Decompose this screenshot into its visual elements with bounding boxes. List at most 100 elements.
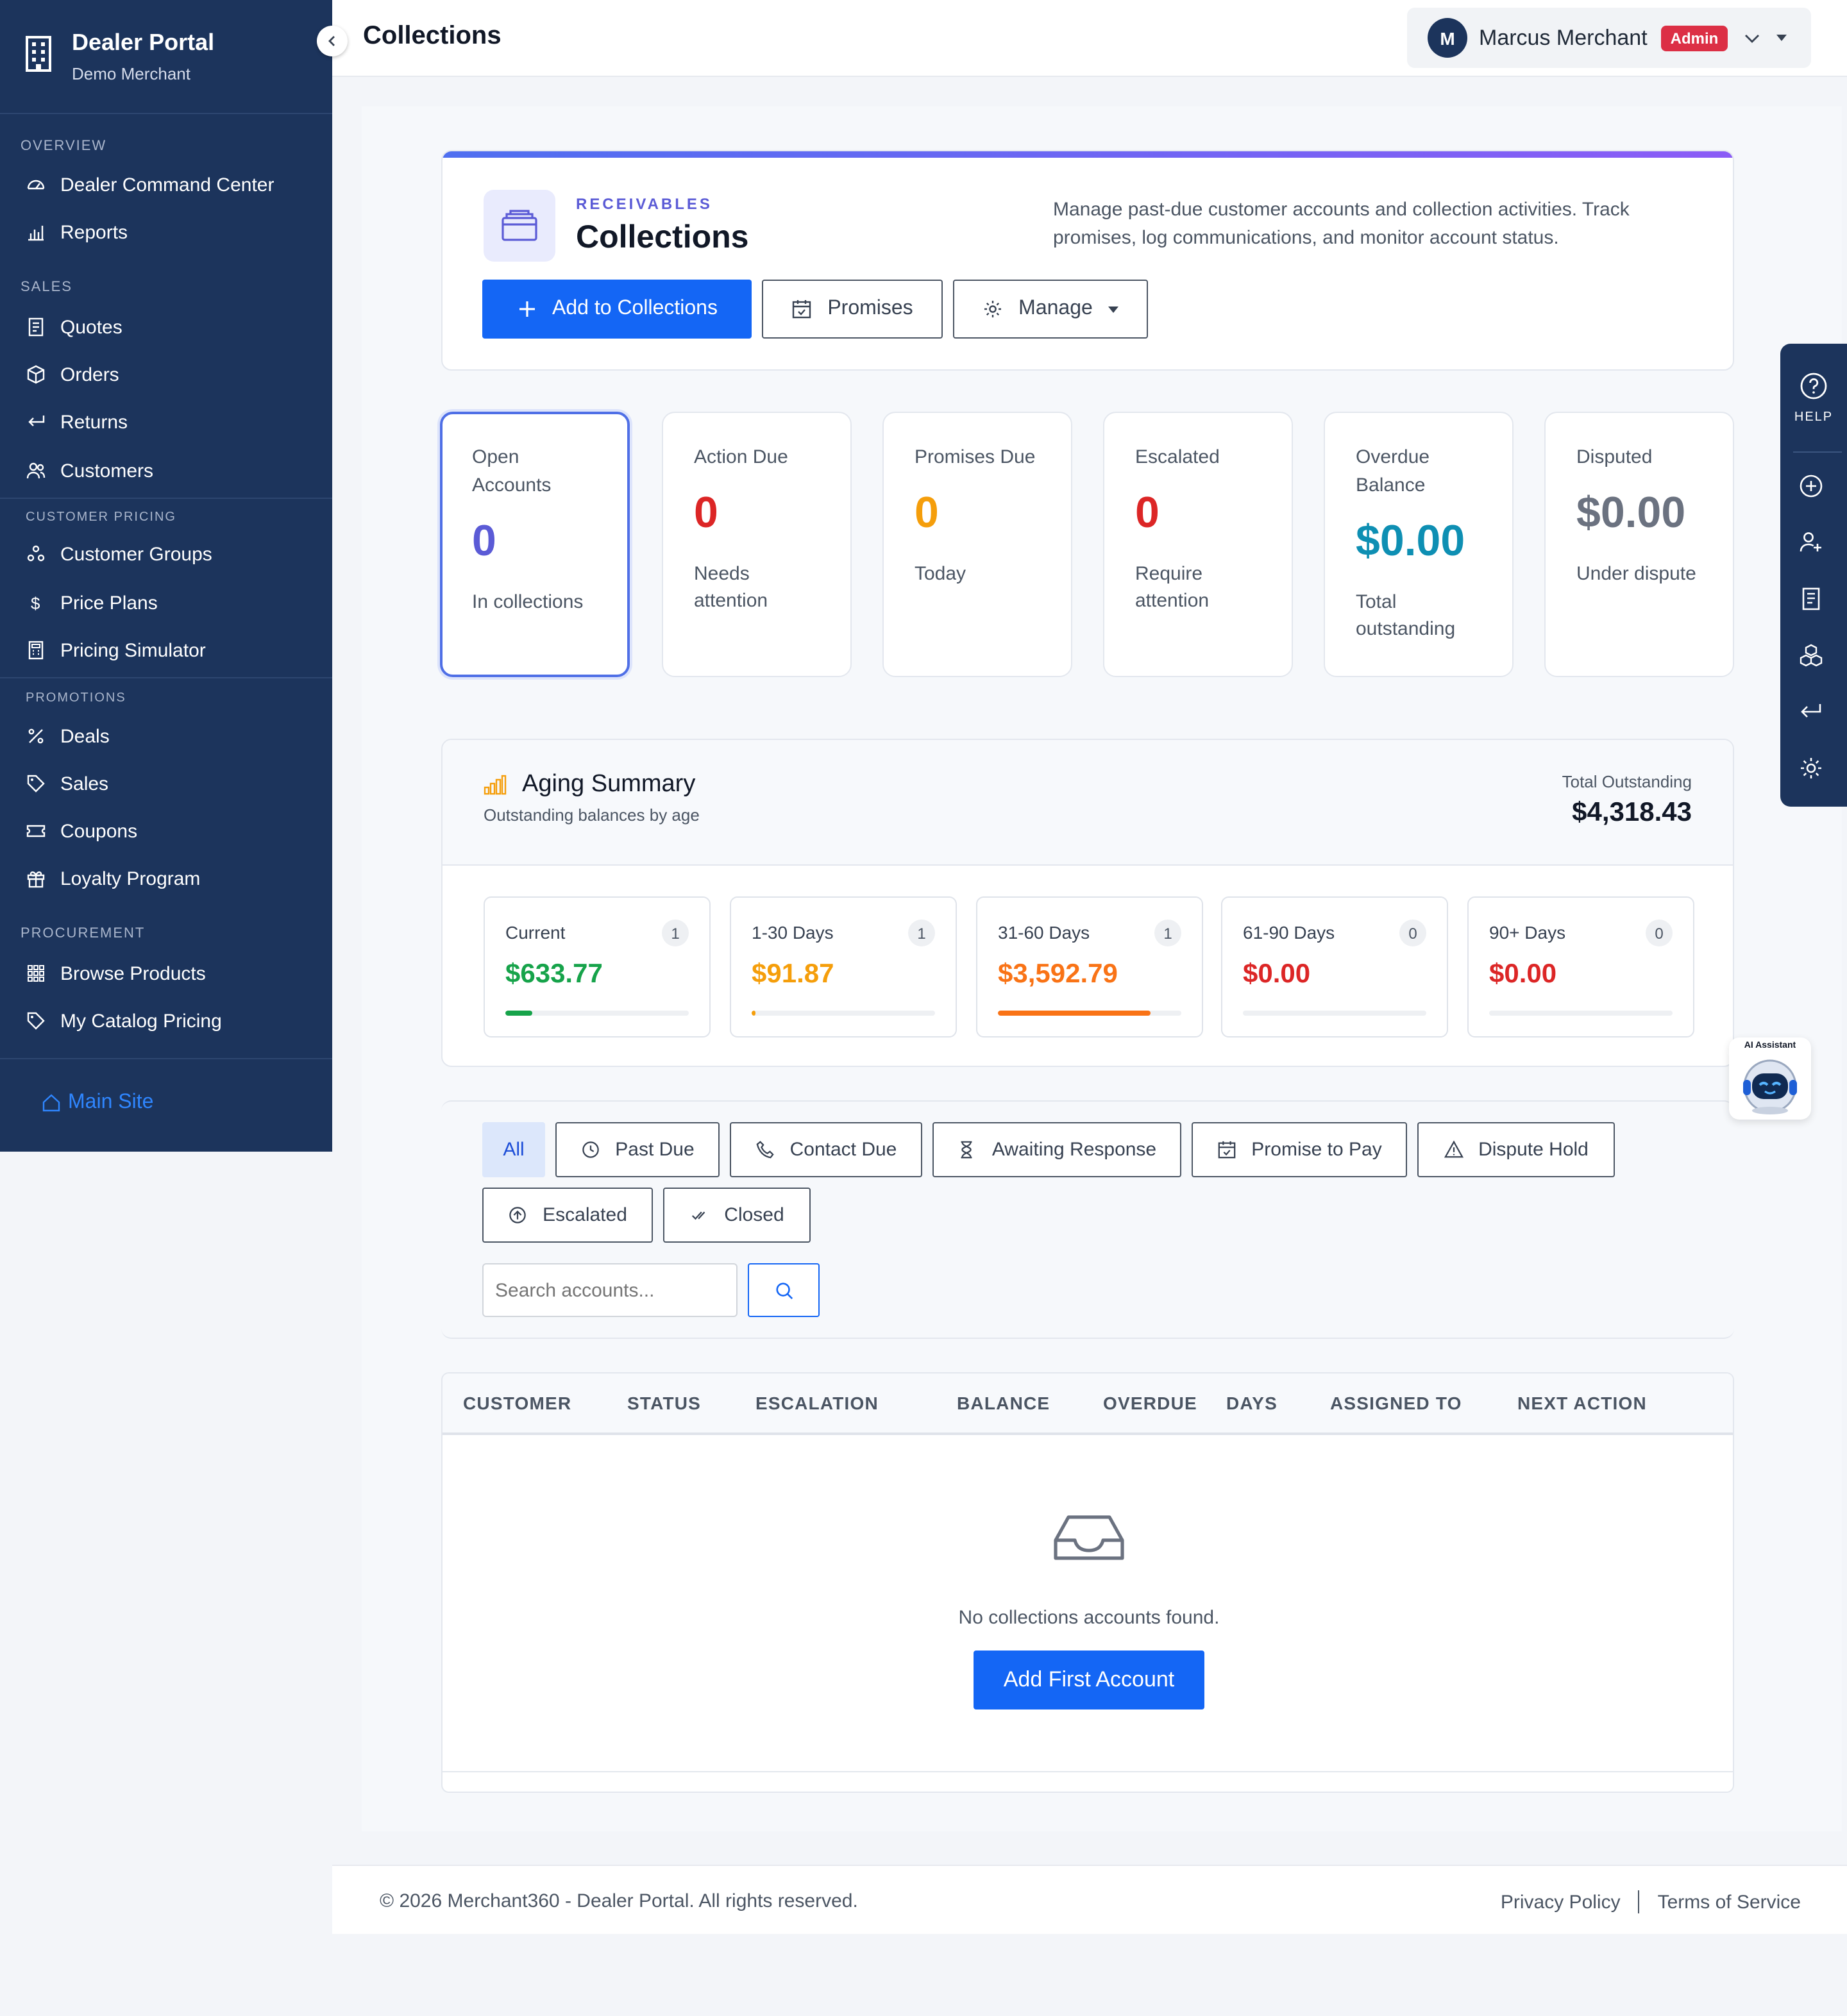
aging-bucket[interactable]: 61-90 Days 0 $0.00 <box>1221 896 1448 1037</box>
column-header[interactable]: ESCALATION <box>755 1393 879 1413</box>
sidebar-item-my-catalog-pricing[interactable]: My Catalog Pricing <box>26 1008 222 1034</box>
add-user-icon[interactable] <box>1798 530 1824 555</box>
user-menu[interactable]: M Marcus Merchant Admin <box>1407 8 1811 68</box>
aging-bucket[interactable]: 31-60 Days 1 $3,592.79 <box>976 896 1203 1037</box>
sidebar-item-pricing-simulator[interactable]: Pricing Simulator <box>26 637 206 663</box>
filter-promise-to-pay[interactable]: Promise to Pay <box>1192 1122 1407 1177</box>
sidebar-item-sales[interactable]: Sales <box>26 771 108 796</box>
filter-closed[interactable]: Closed <box>663 1188 811 1243</box>
building-icon <box>26 36 51 72</box>
sidebar-item-orders[interactable]: Orders <box>26 362 119 387</box>
collapse-sidebar-button[interactable] <box>317 26 348 56</box>
sidebar-item-label: Customers <box>60 460 154 482</box>
warning-icon <box>1444 1140 1463 1158</box>
return-arrow-icon[interactable] <box>1798 699 1824 725</box>
stat-escalated[interactable]: Escalated 0 Require attention <box>1103 412 1293 677</box>
sidebar-item-loyalty-program[interactable]: Loyalty Program <box>26 866 200 891</box>
stat-disputed[interactable]: Disputed $0.00 Under dispute <box>1544 412 1734 677</box>
chevron-left-icon <box>328 36 335 46</box>
column-header[interactable]: DAYS <box>1226 1393 1278 1413</box>
footer: © 2026 Merchant360 - Dealer Portal. All … <box>332 1865 1847 1934</box>
search-input[interactable] <box>482 1263 738 1317</box>
column-header[interactable]: ASSIGNED TO <box>1330 1393 1462 1413</box>
stat-value: 0 <box>1135 489 1160 537</box>
aging-bucket[interactable]: 1-30 Days 1 $91.87 <box>730 896 957 1037</box>
filter-contact-due[interactable]: Contact Due <box>730 1122 922 1177</box>
add-first-account-button[interactable]: Add First Account <box>974 1651 1204 1709</box>
arrow-up-circle-icon <box>509 1207 526 1223</box>
sidebar-item-dealer-command-center[interactable]: Dealer Command Center <box>26 172 274 197</box>
bucket-progress-track <box>1489 1011 1673 1016</box>
aging-title: Aging Summary <box>522 771 696 798</box>
sidebar-item-quotes[interactable]: Quotes <box>26 314 122 340</box>
filter-label: Closed <box>724 1204 784 1226</box>
sidebar-item-customers[interactable]: Customers <box>26 458 153 483</box>
filter-label: Past Due <box>615 1139 695 1161</box>
sidebar-item-reports[interactable]: Reports <box>26 219 128 245</box>
stat-label: Promises Due <box>915 446 1036 468</box>
help-button[interactable]: HELP <box>1780 372 1847 424</box>
bucket-progress-track <box>998 1011 1181 1016</box>
sidebar-item-returns[interactable]: Returns <box>26 409 128 435</box>
wallet-icon <box>484 190 555 262</box>
column-header[interactable]: NEXT ACTION <box>1517 1393 1647 1413</box>
aging-bucket[interactable]: 90+ Days 0 $0.00 <box>1467 896 1694 1037</box>
calendar-check-icon <box>793 300 811 319</box>
filter-all[interactable]: All <box>482 1122 545 1177</box>
boxes-icon[interactable] <box>1798 643 1824 668</box>
bucket-progress-fill <box>998 1011 1151 1016</box>
clock-icon <box>582 1141 599 1158</box>
sidebar-item-price-plans[interactable]: $ Price Plans <box>26 590 158 616</box>
avatar: M <box>1428 18 1467 58</box>
divider <box>0 498 332 499</box>
bucket-label: 90+ Days <box>1489 922 1566 943</box>
filter-past-due[interactable]: Past Due <box>555 1122 720 1177</box>
ai-assistant-button[interactable]: AI Assistant <box>1729 1037 1811 1120</box>
filter-label: Promise to Pay <box>1251 1139 1382 1161</box>
stat-action-due[interactable]: Action Due 0 Needs attention <box>662 412 852 677</box>
caret-down-icon <box>1776 35 1787 41</box>
bucket-amount: $3,592.79 <box>998 959 1118 989</box>
accent-bar <box>443 151 1733 158</box>
stat-promises-due[interactable]: Promises Due 0 Today <box>882 412 1072 677</box>
column-header[interactable]: OVERDUE <box>1103 1393 1197 1413</box>
stat-value: 0 <box>915 489 939 537</box>
stat-label: Disputed <box>1576 446 1653 468</box>
terms-of-service-link[interactable]: Terms of Service <box>1658 1891 1801 1913</box>
grid-icon <box>28 965 44 982</box>
aging-bucket[interactable]: Current 1 $633.77 <box>484 896 711 1037</box>
bucket-amount: $633.77 <box>505 959 603 989</box>
stat-overdue-balance[interactable]: Overdue Balance $0.00 Total outstanding <box>1324 412 1514 677</box>
filter-dispute-hold[interactable]: Dispute Hold <box>1417 1122 1615 1177</box>
promises-button[interactable]: Promises <box>762 280 943 339</box>
bucket-count-badge: 1 <box>1154 920 1181 946</box>
caret-down-icon <box>1108 306 1118 312</box>
percent-icon <box>28 728 44 744</box>
sidebar-item-browse-products[interactable]: Browse Products <box>26 961 206 986</box>
column-header[interactable]: BALANCE <box>957 1393 1050 1413</box>
sidebar-item-coupons[interactable]: Coupons <box>26 818 137 844</box>
search-button[interactable] <box>748 1263 820 1317</box>
filter-escalated[interactable]: Escalated <box>482 1188 653 1243</box>
manage-dropdown-button[interactable]: Manage <box>953 280 1148 339</box>
sidebar-item-label: Coupons <box>60 820 138 842</box>
filter-awaiting-response[interactable]: Awaiting Response <box>932 1122 1181 1177</box>
sidebar-item-customer-groups[interactable]: Customer Groups <box>26 541 212 567</box>
main-site-link[interactable]: Main Site <box>41 1091 153 1114</box>
add-to-collections-button[interactable]: Add to Collections <box>482 280 752 339</box>
footer-separator <box>1638 1890 1640 1913</box>
column-header[interactable]: CUSTOMER <box>463 1393 571 1413</box>
gear-icon <box>984 301 1002 317</box>
manage-label: Manage <box>1018 298 1093 319</box>
document-icon[interactable] <box>1798 586 1824 612</box>
gear-icon[interactable] <box>1798 755 1824 781</box>
sidebar-item-label: My Catalog Pricing <box>60 1010 222 1032</box>
column-header[interactable]: STATUS <box>627 1393 701 1413</box>
sidebar-item-deals[interactable]: Deals <box>26 723 110 749</box>
user-name: Marcus Merchant <box>1479 25 1648 49</box>
plus-circle-icon[interactable] <box>1798 473 1824 499</box>
sidebar-item-label: Pricing Simulator <box>60 639 206 661</box>
aging-summary-card: Aging Summary Outstanding balances by ag… <box>441 739 1734 1067</box>
privacy-policy-link[interactable]: Privacy Policy <box>1501 1891 1621 1913</box>
stat-open-accounts[interactable]: Open Accounts 0 In collections <box>440 412 630 677</box>
